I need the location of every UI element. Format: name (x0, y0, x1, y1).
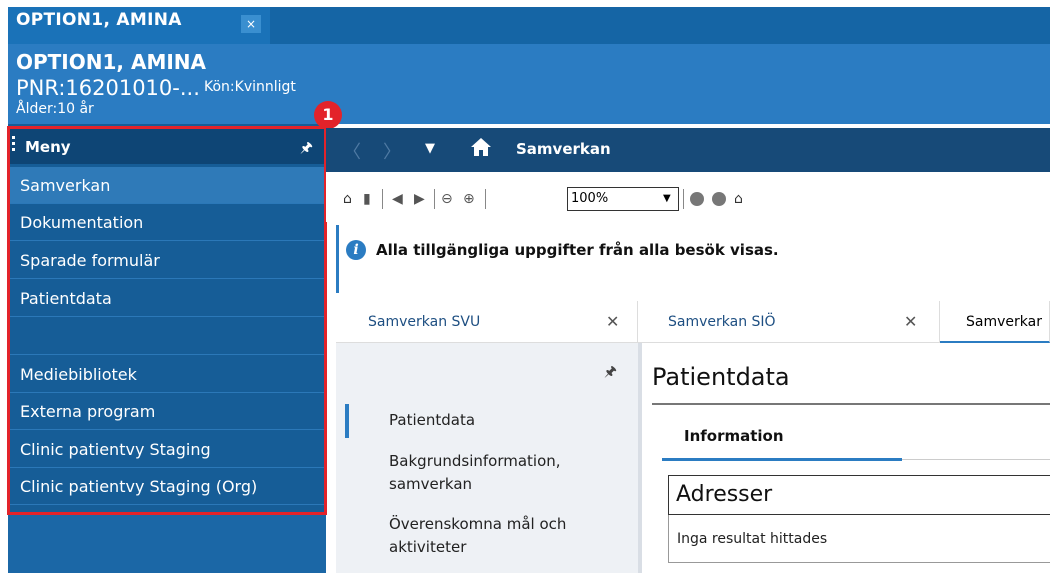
info-icon: i (346, 240, 366, 260)
page-icon[interactable]: ▮ (363, 191, 371, 207)
patient-age: Ålder:10 år (16, 101, 94, 117)
divider (652, 403, 1050, 405)
toolbar-separator (434, 189, 435, 209)
back-icon[interactable]: 〈 (343, 138, 361, 164)
nav-panel-item-bakgrundsinformation[interactable]: Bakgrundsinformation, (389, 450, 561, 472)
tab-samverkar[interactable]: Samverkar (940, 301, 1050, 343)
info-banner (336, 225, 1050, 293)
chevron-down-icon[interactable]: ▼ (663, 187, 671, 211)
toolbar-separator (485, 189, 486, 209)
zoom-out-icon[interactable]: ⊖ (441, 191, 453, 207)
panel-divider[interactable] (638, 343, 642, 573)
close-icon[interactable]: ✕ (606, 312, 619, 331)
page-title: Patientdata (652, 363, 790, 391)
toolbar-separator (683, 189, 684, 209)
patient-gender: Kön:Kvinnligt (204, 79, 296, 95)
next-page-icon[interactable]: ▶ (414, 191, 425, 207)
app-window: OPTION1, AMINA × OPTION1, AMINA PNR:1620… (0, 0, 1050, 573)
nav-panel-active-marker (345, 404, 349, 438)
circle-icon[interactable] (690, 192, 704, 206)
nav-panel-item-overenskomna[interactable]: Överenskomna mål och (389, 513, 566, 535)
binoculars-icon[interactable]: ⌂ (343, 191, 352, 207)
nav-panel-item-bakgrundsinformation-line2[interactable]: samverkan (389, 473, 472, 495)
forward-icon[interactable]: 〉 (383, 138, 401, 164)
sidebar-footer (8, 512, 326, 573)
divider (902, 459, 1050, 460)
nav-title: Samverkan (516, 140, 611, 158)
section-title: Adresser (676, 482, 773, 507)
annotation-badge: 1 (314, 101, 342, 129)
nav-panel-item-patientdata[interactable]: Patientdata (389, 409, 475, 431)
dropdown-icon[interactable]: ▼ (425, 141, 435, 156)
circle-icon[interactable] (712, 192, 726, 206)
tab-active-underline (662, 458, 902, 461)
nav-panel-item-overenskomna-line2[interactable]: aktiviteter (389, 536, 466, 558)
tab-samverkan-svu[interactable]: Samverkan SVU (336, 301, 638, 343)
tab-information[interactable]: Information (684, 427, 784, 445)
tab-title: OPTION1, AMINA (16, 10, 182, 30)
patient-name: OPTION1, AMINA (16, 50, 206, 74)
close-icon[interactable]: ✕ (904, 312, 917, 331)
empty-results-text: Inga resultat hittades (677, 531, 828, 547)
home-icon[interactable]: ⌂ (734, 191, 743, 207)
home-icon[interactable] (470, 136, 492, 158)
patient-pnr: PNR:16201010-... (16, 76, 200, 100)
pin-icon[interactable]: 🖈︎ (604, 361, 617, 385)
tab-close-button[interactable]: × (241, 15, 261, 33)
zoom-in-icon[interactable]: ⊕ (463, 191, 475, 207)
toolbar-separator (382, 189, 383, 209)
tab-samverkan-sio[interactable]: Samverkan SIÖ (638, 301, 940, 343)
prev-page-icon[interactable]: ◀ (392, 191, 403, 207)
info-text: Alla tillgängliga uppgifter från alla be… (376, 241, 779, 259)
annotation-highlight-box (7, 126, 327, 515)
